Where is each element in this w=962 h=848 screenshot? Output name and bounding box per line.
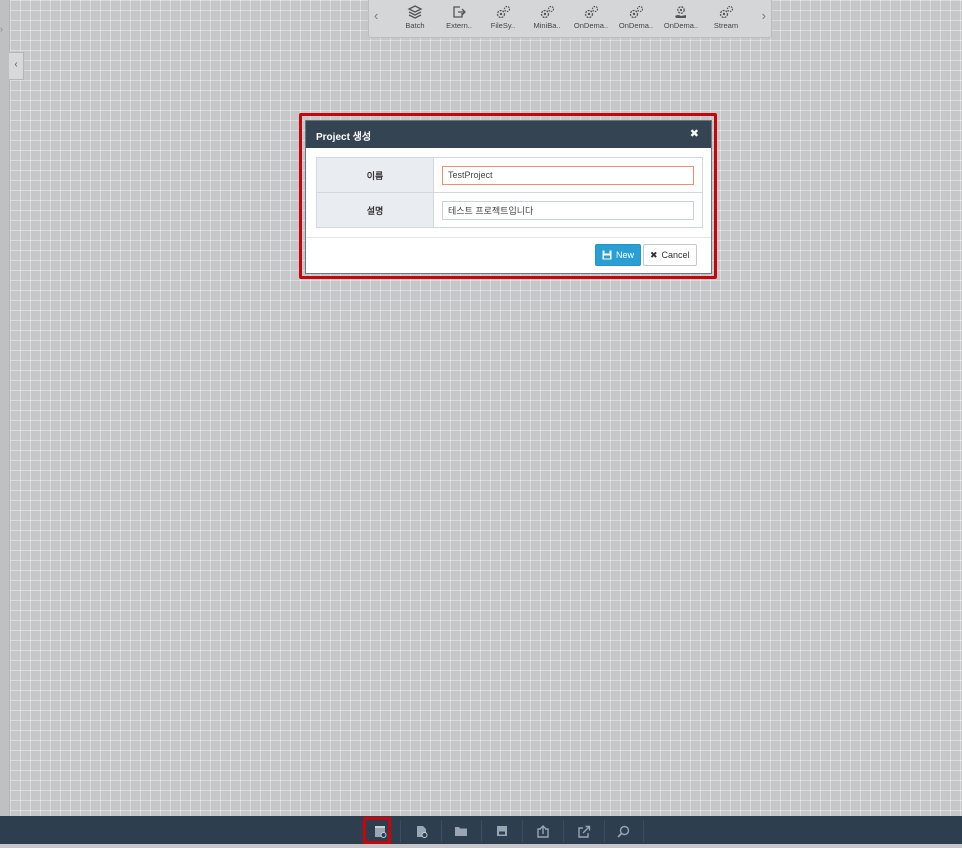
project-description-input[interactable] xyxy=(442,200,694,220)
cancel-button[interactable]: ✖ Cancel xyxy=(643,244,697,266)
palette-item-batch[interactable]: Batch xyxy=(393,4,437,34)
search-icon xyxy=(616,825,629,838)
project-name-input[interactable] xyxy=(442,165,694,185)
gear-hand-icon xyxy=(675,6,686,18)
external-link-icon xyxy=(453,6,466,18)
palette-item-external[interactable]: Extern.. xyxy=(437,4,481,34)
gears-icon xyxy=(496,5,511,19)
name-cell xyxy=(434,158,702,192)
palette-item-stream[interactable]: Stream xyxy=(704,4,748,34)
palette-item-ondemand-1[interactable]: OnDema.. xyxy=(569,4,613,34)
palette-item-ondemand-3[interactable]: OnDema.. xyxy=(659,4,703,34)
description-cell xyxy=(434,193,702,227)
palette-item-label: Batch xyxy=(405,21,425,30)
cancel-button-label: Cancel xyxy=(661,250,690,260)
bottom-toolbar xyxy=(0,816,962,848)
left-rail: › xyxy=(0,0,10,816)
gears-icon xyxy=(584,5,599,19)
close-icon: ✖ xyxy=(650,249,658,260)
palette-item-label: Stream xyxy=(713,21,739,30)
search-button[interactable] xyxy=(608,820,644,842)
export-button[interactable] xyxy=(569,820,605,842)
file-info-icon xyxy=(416,825,427,838)
form-row-description: 설명 xyxy=(317,193,702,227)
gears-icon xyxy=(540,5,555,19)
palette-item-filesystem[interactable]: FileSy.. xyxy=(481,4,525,34)
sidebar-collapse-button[interactable]: ‹ xyxy=(9,52,24,80)
toolbar-highlight-frame xyxy=(363,817,391,844)
left-rail-marker: › xyxy=(0,24,3,34)
layers-icon xyxy=(407,5,423,19)
description-label: 설명 xyxy=(317,193,434,227)
palette-item-label: MiniBa.. xyxy=(533,21,561,30)
dialog-title: Project 생성 xyxy=(316,132,372,143)
create-project-dialog: Project 생성 ✖ 이름 설명 New ✖ Cancel xyxy=(305,120,712,274)
dialog-footer: New ✖ Cancel xyxy=(306,237,711,273)
name-label: 이름 xyxy=(317,158,434,192)
palette-item-label: FileSy.. xyxy=(490,21,516,30)
palette-item-label: Extern.. xyxy=(446,21,472,30)
import-button[interactable] xyxy=(528,820,564,842)
form-row-name: 이름 xyxy=(317,158,702,193)
folder-icon xyxy=(455,827,467,836)
new-button-label: New xyxy=(616,250,635,260)
gears-icon xyxy=(629,5,644,19)
palette-item-label: OnDema.. xyxy=(618,21,654,30)
save-button[interactable] xyxy=(487,820,523,842)
gears-icon xyxy=(719,5,734,19)
save-icon xyxy=(602,250,612,260)
component-palette: ‹ Batch Extern.. FileSy.. MiniBa.. OnDem… xyxy=(368,0,772,38)
import-icon xyxy=(537,824,549,838)
chevron-left-icon[interactable]: ‹ xyxy=(374,8,378,23)
close-icon[interactable]: ✖ xyxy=(690,127,699,140)
palette-item-label: OnDema.. xyxy=(573,21,609,30)
open-folder-button[interactable] xyxy=(446,820,482,842)
file-info-button[interactable] xyxy=(406,820,442,842)
save-icon xyxy=(497,826,507,836)
palette-item-ondemand-2[interactable]: OnDema.. xyxy=(614,4,658,34)
chevron-right-icon[interactable]: › xyxy=(762,8,766,23)
dialog-header: Project 생성 ✖ xyxy=(306,121,711,148)
palette-item-minibatch[interactable]: MiniBa.. xyxy=(525,4,569,34)
new-button[interactable]: New xyxy=(595,244,642,266)
project-form: 이름 설명 xyxy=(316,157,703,228)
export-icon xyxy=(578,825,591,838)
palette-item-label: OnDema.. xyxy=(663,21,699,30)
